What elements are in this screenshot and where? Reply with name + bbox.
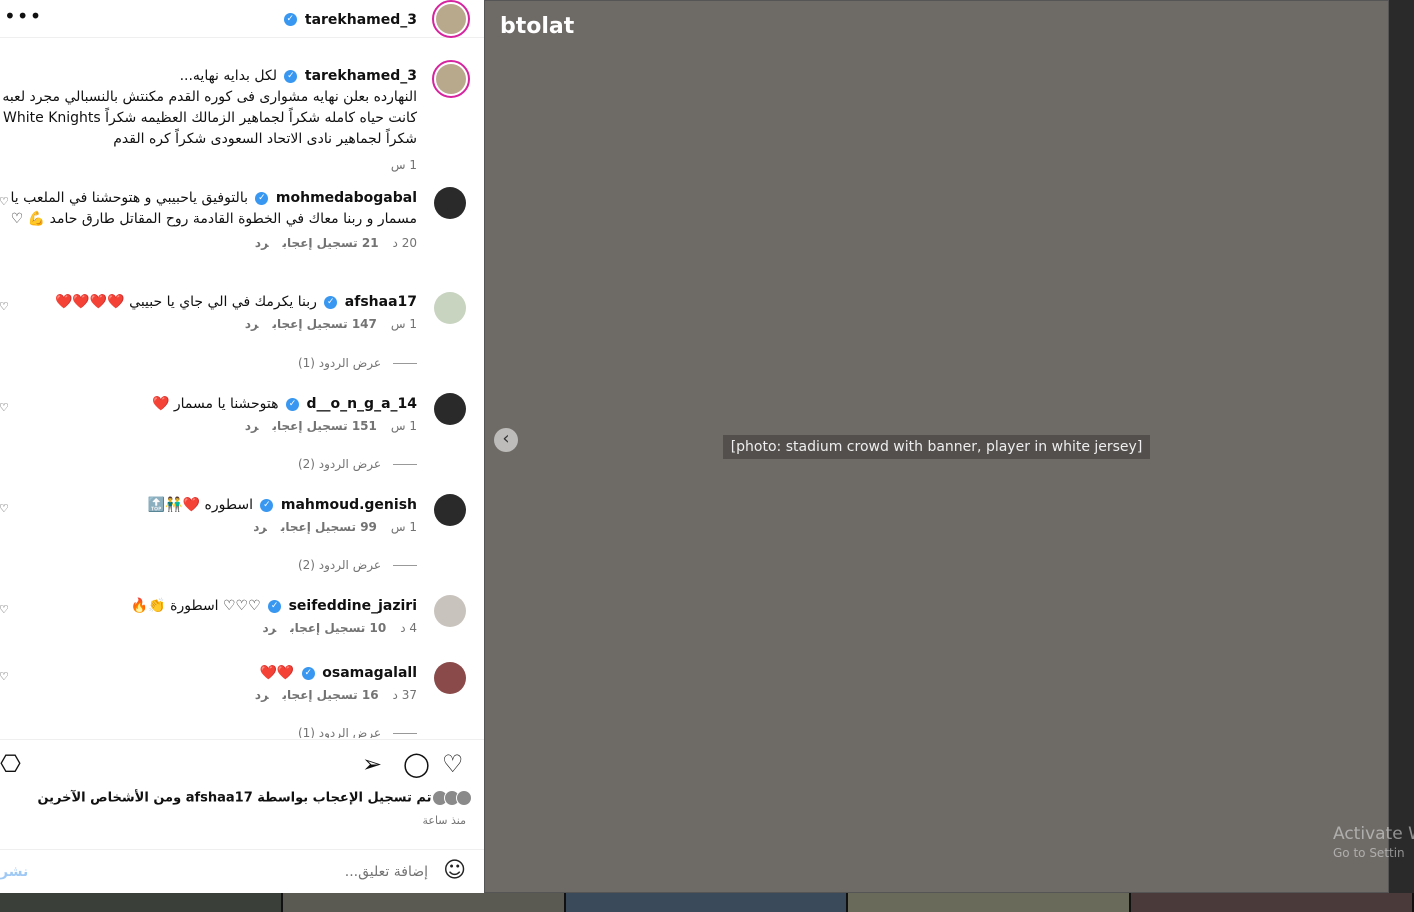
avatar[interactable] <box>432 60 470 98</box>
post-side-panel: tarekhamed_3 ✓ ••• tarekhamed_3 ✓ لكل بد… <box>0 0 484 893</box>
caption: tarekhamed_3 ✓ لكل بدايه نهايه... النهار… <box>0 66 417 172</box>
more-dots-icon[interactable]: ••• <box>4 4 42 28</box>
verified-icon: ✓ <box>324 295 338 309</box>
comment-time: 20 د <box>392 236 417 250</box>
comment-username[interactable]: d__o_n_g_a_14 <box>306 396 417 412</box>
caption-username[interactable]: tarekhamed_3 <box>305 68 417 84</box>
comment-username[interactable]: mahmoud.genish <box>281 497 417 513</box>
comment-time: 1 س <box>390 419 417 433</box>
comment-text: ❤️❤️ <box>259 665 295 681</box>
avatar[interactable] <box>432 0 470 38</box>
header-username[interactable]: tarekhamed_3 <box>305 12 417 28</box>
likes-summary[interactable]: تم تسجيل الإعجاب بواسطة afshaa17 ومن الأ… <box>37 790 472 806</box>
heart-icon[interactable]: ♡ <box>0 401 9 414</box>
reply-button[interactable]: رد <box>263 621 277 635</box>
avatar[interactable] <box>434 662 466 694</box>
comment-time: 37 د <box>392 688 417 702</box>
list-item: d__o_n_g_a_14 ✓ هتوحشنا يا مسمار ❤️ 1 س 1… <box>0 394 417 433</box>
reply-button[interactable]: رد <box>245 419 259 433</box>
background-strip <box>0 893 1414 912</box>
chevron-left-icon[interactable]: ‹ <box>494 428 518 452</box>
comment-time: 4 د <box>400 621 417 635</box>
heart-icon[interactable]: ♡ <box>442 750 464 778</box>
comment-username[interactable]: mohmedabogabal <box>276 190 417 206</box>
comment-likes[interactable]: 10 تسجيل إعجاب <box>290 621 386 635</box>
avatar[interactable] <box>434 292 466 324</box>
avatar[interactable] <box>434 595 466 627</box>
comment-time: 1 س <box>390 317 417 331</box>
activate-windows-watermark: Activate W Go to Settin <box>1333 824 1414 860</box>
verified-icon: ✓ <box>284 69 298 83</box>
avatar <box>456 790 472 806</box>
emoji-icon[interactable]: ☺ <box>443 858 466 883</box>
caption-line: النهارده بعلن نهايه مشوارى فى كوره القدم… <box>2 89 417 105</box>
verified-icon: ✓ <box>268 599 282 613</box>
comment-composer: ☺ إضافة تعليق... نشر <box>0 849 484 894</box>
post-time: منذ ساعة <box>422 814 466 827</box>
comment-text: هتوحشنا يا مسمار ❤️ <box>152 396 279 412</box>
bookmark-icon[interactable]: ⎔ <box>0 750 21 778</box>
comment-text: ربنا يكرمك في الي جاي يا حبيبي ❤️❤️❤️❤️ <box>54 294 317 310</box>
comment-likes[interactable]: 99 تسجيل إعجاب <box>281 520 377 534</box>
verified-icon: ✓ <box>255 191 269 205</box>
heart-icon[interactable]: ♡ <box>0 502 9 515</box>
share-icon[interactable]: ➢ <box>362 750 382 778</box>
caption-time: 1 س <box>390 158 417 172</box>
list-item: mohmedabogabal ✓ بالتوفيق ياحبيبي و هتوح… <box>0 188 418 250</box>
page-margin <box>1389 0 1414 893</box>
photo-placeholder-label: [photo: stadium crowd with banner, playe… <box>722 434 1151 459</box>
heart-icon[interactable]: ♡ <box>0 603 9 616</box>
photo-logo: btolat <box>500 14 575 39</box>
avatar[interactable] <box>434 494 466 526</box>
view-replies-button[interactable]: عرض الردود (2) <box>298 558 417 572</box>
caption-line: لكل بدايه نهايه... <box>179 68 277 84</box>
heart-icon[interactable]: ♡ <box>0 670 9 683</box>
list-item: mahmoud.genish ✓ اسطوره ❤️👬🔝 1 س 99 تسجيل… <box>0 495 417 534</box>
comment-input[interactable]: إضافة تعليق... <box>345 864 428 880</box>
comment-username[interactable]: osamagalall <box>322 665 417 681</box>
view-replies-button[interactable]: عرض الردود (1) <box>298 356 417 370</box>
post-photo[interactable]: [photo: stadium crowd with banner, playe… <box>484 0 1389 893</box>
verified-icon: ✓ <box>283 13 297 26</box>
caption-line: شكراً لجماهير نادى الاتحاد السعودى شكراً… <box>113 131 417 147</box>
comment-likes[interactable]: 147 تسجيل إعجاب <box>273 317 377 331</box>
list-item: afshaa17 ✓ ربنا يكرمك في الي جاي يا حبيب… <box>0 292 417 331</box>
verified-icon: ✓ <box>260 498 274 512</box>
post-header: tarekhamed_3 ✓ ••• <box>0 0 484 38</box>
reply-button[interactable]: رد <box>245 317 259 331</box>
post-button[interactable]: نشر <box>0 864 28 880</box>
comment-likes[interactable]: 21 تسجيل إعجاب <box>283 236 379 250</box>
comment-time: 1 س <box>390 520 417 534</box>
verified-icon: ✓ <box>301 666 315 680</box>
verified-icon: ✓ <box>285 397 299 411</box>
comment-icon[interactable]: ◯ <box>403 750 430 778</box>
caption-line: كانت حياه كامله شكراً لجماهير الزمالك ال… <box>3 110 417 126</box>
list-item: seifeddine_jaziri ✓ ♡♡♡ اسطورة 👏🔥 4 د 10 … <box>0 596 417 635</box>
avatar[interactable] <box>434 187 466 219</box>
heart-icon[interactable]: ♡ <box>0 300 9 313</box>
comment-likes[interactable]: 16 تسجيل إعجاب <box>283 688 379 702</box>
view-replies-button[interactable]: عرض الردود (1) <box>298 726 417 738</box>
comment-username[interactable]: afshaa17 <box>345 294 417 310</box>
heart-icon[interactable]: ♡ <box>0 195 9 208</box>
comment-text: اسطوره ❤️👬🔝 <box>147 497 253 513</box>
comment-username[interactable]: seifeddine_jaziri <box>289 598 417 614</box>
reply-button[interactable]: رد <box>255 236 269 250</box>
view-replies-button[interactable]: عرض الردود (2) <box>298 457 417 471</box>
comment-likes[interactable]: 151 تسجيل إعجاب <box>273 419 377 433</box>
comment-text: ♡♡♡ اسطورة 👏🔥 <box>130 598 261 614</box>
post-actions: ♡ ◯ ➢ ⎔ تم تسجيل الإعجاب بواسطة afshaa17… <box>0 739 484 893</box>
reply-button[interactable]: رد <box>255 688 269 702</box>
reply-button[interactable]: رد <box>253 520 267 534</box>
avatar[interactable] <box>434 393 466 425</box>
list-item: osamagalall ✓ ❤️❤️ 37 د 16 تسجيل إعجاب رد <box>0 663 417 702</box>
